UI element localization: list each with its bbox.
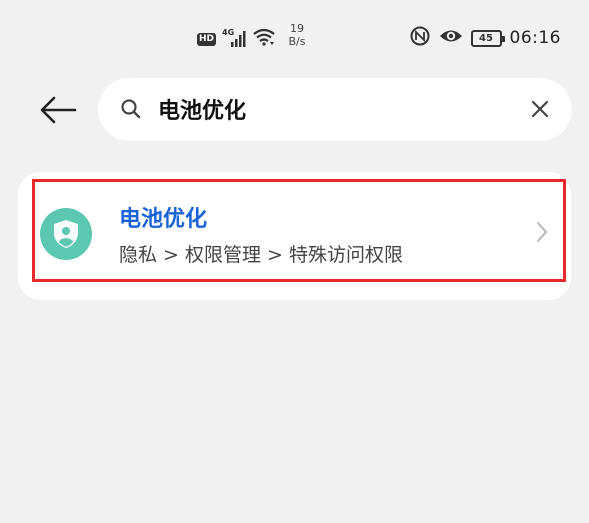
search-bar[interactable] — [98, 78, 572, 141]
network-speed-unit: B/s — [288, 35, 306, 48]
back-button[interactable] — [36, 88, 80, 132]
status-left-cluster: HD 4G — [197, 28, 276, 50]
network-speed-value: 19 — [290, 22, 304, 35]
eye-icon — [439, 26, 463, 50]
status-bar: HD 4G 19 B/s 45 06:16 — [0, 0, 589, 70]
result-title: 电池优化 — [119, 207, 208, 232]
wifi-icon — [252, 28, 276, 50]
nfc-icon — [409, 25, 431, 51]
status-right-cluster: 45 06:16 — [409, 26, 562, 50]
close-icon — [531, 100, 549, 118]
clock: 06:16 — [509, 28, 561, 48]
network-generation: 4G — [222, 28, 235, 37]
chevron-right-icon — [537, 222, 547, 242]
search-input[interactable] — [158, 92, 518, 126]
clear-search-button[interactable] — [526, 95, 554, 123]
hd-badge: HD — [197, 32, 217, 46]
search-results-card: 电池优化 隐私 > 权限管理 > 特殊访问权限 — [18, 172, 571, 300]
battery-icon: 45 — [470, 29, 505, 47]
battery-level: 45 — [479, 32, 493, 44]
privacy-shield-icon — [40, 208, 92, 260]
network-speed: 19 B/s — [284, 22, 310, 48]
result-path: 隐私 > 权限管理 > 特殊访问权限 — [119, 244, 403, 266]
search-icon — [121, 99, 141, 119]
signal-icon: 4G — [222, 28, 246, 48]
arrow-left-icon — [40, 96, 77, 124]
result-item-battery-optimization[interactable]: 电池优化 隐私 > 权限管理 > 特殊访问权限 — [32, 179, 566, 282]
